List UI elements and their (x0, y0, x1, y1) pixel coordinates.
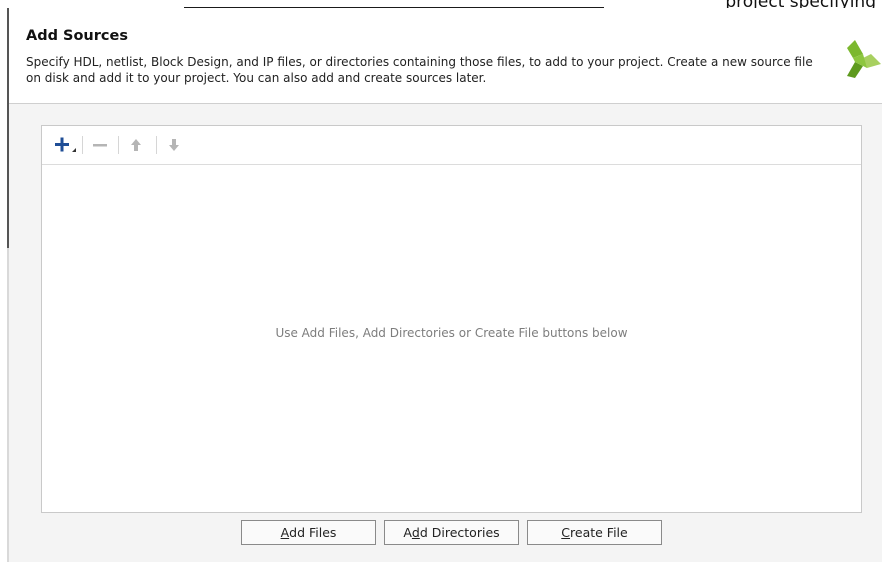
toolbar-separator (118, 136, 119, 154)
add-directories-button[interactable]: Add Directories (384, 520, 519, 545)
arrow-down-icon (169, 139, 179, 151)
minus-icon (93, 144, 107, 147)
vivado-logo-icon (847, 40, 881, 78)
add-files-mnemonic: A (280, 525, 290, 540)
add-files-label-post: dd Files (289, 525, 337, 540)
move-up-button[interactable] (124, 134, 148, 156)
add-directories-mnemonic: d (411, 525, 420, 540)
plus-icon (55, 137, 76, 152)
remove-source-button[interactable] (88, 134, 112, 156)
dialog-header: Add Sources Specify HDL, netlist, Block … (9, 8, 882, 104)
add-directories-label-pre: A (403, 525, 412, 540)
add-sources-dialog: Add Sources Specify HDL, netlist, Block … (9, 8, 882, 562)
add-source-button[interactable] (52, 134, 78, 156)
source-file-list[interactable]: Use Add Files, Add Directories or Create… (41, 125, 862, 513)
empty-list-message: Use Add Files, Add Directories or Create… (275, 326, 628, 340)
create-file-mnemonic: C (561, 525, 571, 540)
create-file-button[interactable]: Create File (527, 520, 662, 545)
dialog-description: Specify HDL, netlist, Block Design, and … (26, 55, 813, 85)
add-directories-label-post: d Directories (419, 525, 500, 540)
create-file-label-post: reate File (570, 525, 628, 540)
file-list-toolbar (42, 126, 861, 165)
toolbar-separator (82, 136, 83, 154)
arrow-up-icon (131, 139, 141, 151)
toolbar-separator (156, 136, 157, 154)
dialog-title: Add Sources (26, 28, 128, 44)
add-files-button[interactable]: Add Files (241, 520, 376, 545)
move-down-button[interactable] (162, 134, 186, 156)
